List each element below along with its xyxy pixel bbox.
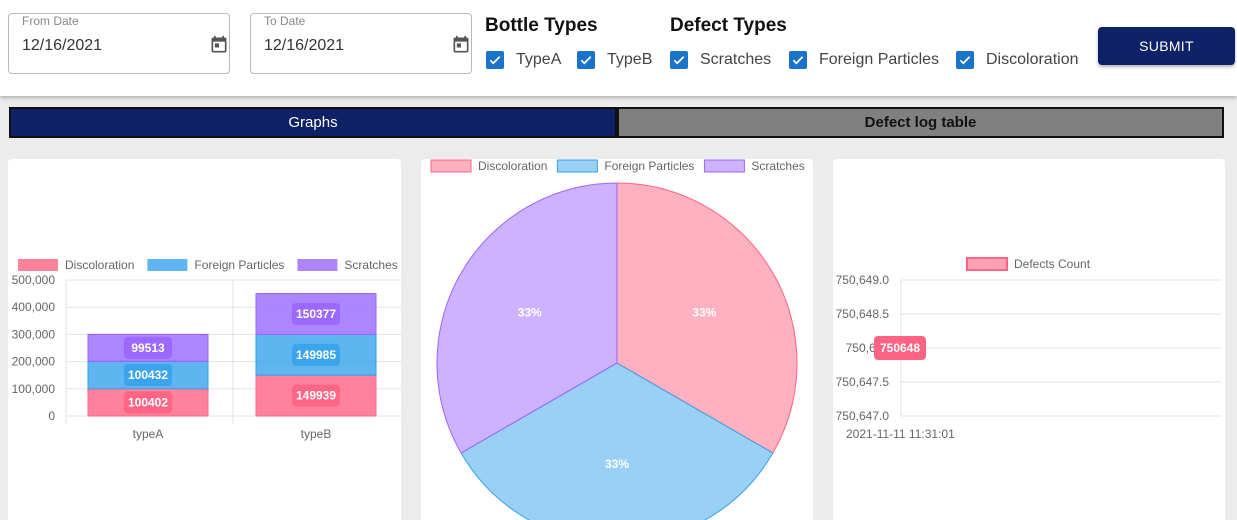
pie-slice-label: 33%	[692, 306, 716, 320]
legend-swatch	[556, 159, 598, 173]
line-chart-card: Defects Count 750,649.0 750,648.5 750,648 75…	[833, 159, 1225, 520]
stacked-bar-chart-card: Discoloration Foreign Particles Scratches 5…	[8, 159, 401, 520]
legend-label: Scratches	[751, 159, 804, 173]
data-label: 149985	[296, 348, 336, 362]
checkbox-checked-icon[interactable]	[577, 51, 595, 69]
data-label: 150377	[296, 307, 336, 321]
y-tick-label: 750,647.0	[836, 409, 890, 423]
legend-label: Discoloration	[478, 159, 547, 173]
y-tick-label: 200,000	[12, 355, 56, 369]
to-date-field[interactable]: To Date 12/16/2021	[250, 13, 472, 74]
checkbox-checked-icon[interactable]	[486, 51, 504, 69]
pie-slice-label: 33%	[605, 457, 629, 471]
defect-types-title: Defect Types	[670, 15, 787, 36]
legend-swatch	[147, 259, 188, 271]
legend-label: Foreign Particles	[194, 258, 284, 272]
legend-label: Scratches	[344, 258, 397, 272]
defects-count-chart: Defects Count750,649.0750,648.5750,64875…	[836, 257, 1221, 441]
to-date-value[interactable]: 12/16/2021	[264, 37, 344, 55]
from-date-field[interactable]: From Date 12/16/2021	[8, 13, 230, 74]
data-label: 149939	[296, 389, 336, 403]
legend-swatch	[430, 159, 472, 173]
checkbox-label: TypeA	[516, 51, 562, 68]
checkbox-label: Scratches	[700, 51, 772, 68]
y-tick-label: 750,648.5	[836, 307, 890, 321]
checkbox-foreign-particles[interactable]: Foreign Particles	[789, 49, 939, 71]
from-date-value[interactable]: 12/16/2021	[22, 37, 102, 55]
data-label: 100402	[128, 395, 168, 409]
checkbox-checked-icon[interactable]	[956, 51, 974, 69]
pie-chart: Discoloration Foreign Particles Scratches 3…	[430, 159, 805, 520]
y-tick-label: 0	[48, 409, 55, 423]
y-tick-label: 750,649.0	[836, 273, 890, 287]
legend-label: Defects Count	[1014, 257, 1091, 271]
y-tick-label: 750,647.5	[836, 375, 890, 389]
to-date-label: To Date	[264, 14, 306, 28]
legend-label: Discoloration	[65, 258, 134, 272]
y-tick-label: 500,000	[12, 273, 56, 287]
checkbox-scratches[interactable]: Scratches	[670, 49, 771, 71]
stacked-bar-chart: Discoloration Foreign Particles Scratches 5…	[12, 258, 401, 441]
x-tick-label: 2021-11-11 11:31:01	[846, 427, 955, 441]
tab-graphs[interactable]: Graphs	[9, 107, 617, 138]
legend-swatch	[297, 259, 338, 271]
submit-button[interactable]: SUBMIT	[1098, 27, 1235, 65]
legend-swatch	[18, 259, 58, 271]
checkbox-checked-icon[interactable]	[670, 51, 688, 69]
filter-toolbar: From Date 12/16/2021 To Date 12/16/2021 …	[0, 0, 1237, 96]
calendar-icon[interactable]	[209, 35, 229, 55]
checkbox-discoloration[interactable]: Discoloration	[956, 49, 1078, 71]
y-tick-label: 300,000	[12, 327, 56, 341]
pie-chart-card: Discoloration Foreign Particles Scratches 3…	[421, 159, 813, 520]
data-label: 100432	[128, 368, 168, 382]
checkbox-label: Discoloration	[986, 51, 1079, 68]
checkbox-label: TypeB	[607, 51, 653, 68]
data-label: 99513	[131, 341, 165, 355]
y-tick-label: 400,000	[12, 300, 56, 314]
legend-swatch	[703, 159, 745, 173]
tab-defect-log-table[interactable]: Defect log table	[617, 107, 1224, 138]
pie-slice-label: 33%	[518, 306, 542, 320]
checkbox-type-a[interactable]: TypeA	[486, 49, 561, 71]
legend-label: Foreign Particles	[604, 159, 694, 173]
calendar-icon[interactable]	[451, 35, 471, 55]
x-tick-label: typeA	[133, 427, 164, 441]
y-tick-label: 100,000	[12, 382, 56, 396]
checkbox-label: Foreign Particles	[819, 51, 940, 68]
from-date-label: From Date	[22, 14, 79, 28]
legend-swatch	[966, 257, 1008, 271]
x-tick-label: typeB	[301, 427, 332, 441]
data-label: 750648	[880, 341, 920, 355]
checkbox-checked-icon[interactable]	[789, 51, 807, 69]
checkbox-type-b[interactable]: TypeB	[577, 49, 652, 71]
bottle-types-title: Bottle Types	[485, 15, 598, 36]
